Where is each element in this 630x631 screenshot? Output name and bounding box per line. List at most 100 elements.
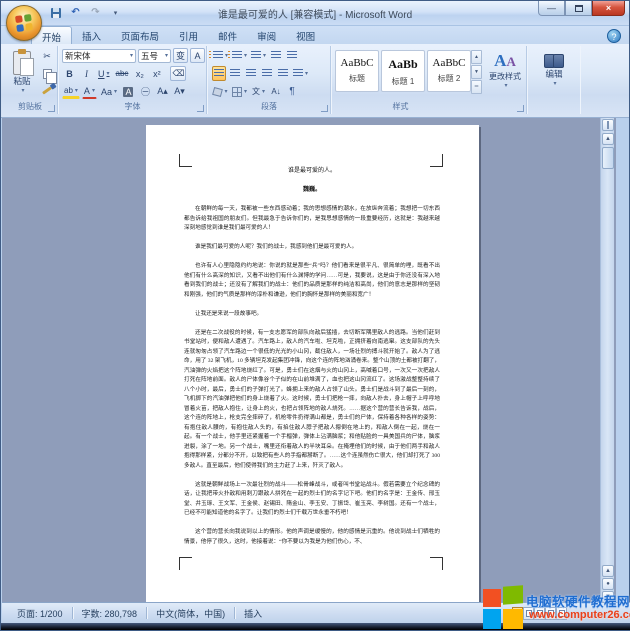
align-right-button[interactable]	[244, 66, 258, 81]
font-name-combo[interactable]: 新宋体 ▾	[62, 48, 136, 63]
insert-mode-indicator[interactable]: 插入	[235, 607, 271, 620]
superscript-button[interactable]: x²	[149, 66, 164, 81]
maximize-button[interactable]	[565, 1, 592, 16]
minimize-button[interactable]: —	[538, 1, 565, 16]
brush-icon	[42, 86, 52, 95]
styles-dialog-launcher[interactable]	[517, 105, 524, 112]
sort-icon: A↓	[271, 87, 281, 96]
shrink-font-button[interactable]: A▾	[172, 84, 187, 99]
subscript-button[interactable]: x₂	[132, 66, 147, 81]
quick-access-toolbar: ↶ ↷ ▾	[47, 4, 124, 21]
enclose-characters-button[interactable]: ㊀	[138, 84, 153, 99]
ruler-icon	[607, 121, 609, 129]
show-marks-button[interactable]: ¶	[285, 84, 299, 99]
ruler-toggle-button[interactable]	[602, 119, 614, 131]
sort-button[interactable]: A↓	[269, 84, 283, 99]
multilevel-list-button[interactable]: ▾	[250, 48, 267, 63]
font-dialog-launcher[interactable]	[197, 105, 204, 112]
align-right-icon	[246, 69, 256, 78]
style-heading2[interactable]: AaBbC 标题 2	[427, 50, 471, 92]
underline-button[interactable]: U ▾	[96, 66, 112, 81]
numbering-button[interactable]: ▾	[228, 48, 248, 63]
bullets-button[interactable]: ▾	[209, 48, 229, 63]
word-count-indicator[interactable]: 字数: 280,798	[73, 607, 147, 620]
watermark-site-url: www.computer26.com	[529, 609, 630, 621]
outdent-icon	[271, 51, 281, 60]
character-shading-button[interactable]: A	[121, 84, 136, 99]
margin-mark-bottom-right	[430, 557, 443, 570]
tab-review[interactable]: 审阅	[247, 26, 286, 44]
font-group-label: 字体	[124, 102, 141, 111]
bold-button[interactable]: B	[62, 66, 77, 81]
align-left-icon	[214, 69, 224, 78]
editing-group: 编辑 ▾	[528, 46, 580, 114]
borders-button[interactable]: ▾	[231, 84, 248, 99]
find-binoculars-icon	[544, 54, 564, 68]
tab-view[interactable]: 视图	[286, 26, 325, 44]
styles-scroll-down[interactable]: ▼	[471, 65, 482, 79]
paragraph-dialog-launcher[interactable]	[321, 105, 328, 112]
tab-insert[interactable]: 插入	[72, 26, 111, 44]
style-heading1[interactable]: AaBb 标题 1	[381, 50, 425, 92]
style-title[interactable]: AaBbC 标题	[335, 50, 379, 92]
strikethrough-button[interactable]: abc	[114, 66, 131, 81]
redo-button[interactable]: ↷	[87, 5, 104, 20]
change-styles-icon: AA	[494, 51, 516, 70]
chevron-down-icon: ▾	[106, 71, 110, 77]
document-text: 谁是最可爱的人。 魏巍。 在朝鲜的每一天，我都被一些东西感动着；我的思想感情的潮…	[184, 167, 440, 557]
language-indicator[interactable]: 中文(简体，中国)	[147, 607, 234, 620]
tab-references[interactable]: 引用	[169, 26, 208, 44]
styles-gallery-more[interactable]: ＝	[471, 80, 482, 94]
save-button[interactable]	[47, 5, 64, 20]
page-indicator[interactable]: 页面: 1/200	[8, 607, 72, 620]
increase-indent-button[interactable]	[285, 48, 299, 63]
tab-page-layout[interactable]: 页面布局	[111, 26, 169, 44]
close-button[interactable]: ×	[592, 1, 625, 16]
help-button[interactable]: ?	[607, 29, 621, 43]
change-case-button[interactable]: Aa ▾	[99, 84, 119, 99]
distribute-button[interactable]	[276, 66, 290, 81]
chevron-down-icon: ▾	[262, 53, 266, 59]
font-color-button[interactable]: A ▾	[81, 84, 97, 99]
asian-layout-icon: 文	[251, 87, 260, 96]
shading-button[interactable]: ▾	[212, 84, 229, 99]
character-border-button[interactable]: A	[190, 48, 205, 63]
maximize-icon	[574, 4, 583, 12]
align-left-button[interactable]	[212, 66, 226, 81]
phonetic-guide-button[interactable]: 变	[173, 48, 188, 63]
clipboard-dialog-launcher[interactable]	[48, 105, 55, 112]
format-painter-button[interactable]	[39, 83, 55, 98]
line-spacing-button[interactable]: ▾	[292, 66, 309, 81]
scroll-up-button[interactable]: ▲	[602, 133, 614, 145]
vertical-scrollbar[interactable]: ▲ ▲ ● ▼	[600, 118, 614, 605]
undo-button[interactable]: ↶	[67, 5, 84, 20]
scrollbar-thumb[interactable]	[602, 147, 614, 169]
document-paragraph: 这个营的营长向我说到以上的情形。他的声调是缓慢的，他的感情是沉重的。他说到战士们…	[184, 529, 440, 545]
decrease-indent-button[interactable]	[269, 48, 283, 63]
document-title: 谁是最可爱的人。	[287, 168, 336, 174]
tab-mailings[interactable]: 邮件	[208, 26, 247, 44]
align-center-button[interactable]	[228, 66, 242, 81]
justify-icon	[262, 69, 272, 78]
office-button[interactable]	[6, 5, 42, 41]
font-group: 新宋体 ▾ 五号 ▾ 变 A B I U ▾ abc x₂ x² ⌫ ab ▾ A ▾	[59, 46, 207, 114]
asian-layout-button[interactable]: 文 ▾	[250, 84, 267, 99]
document-page[interactable]: 谁是最可爱的人。 魏巍。 在朝鲜的每一天，我都被一些东西感动着；我的思想感情的潮…	[146, 125, 479, 603]
chevron-down-icon: ▾	[113, 9, 118, 17]
clear-formatting-button[interactable]: ⌫	[170, 66, 187, 81]
highlight-color-button[interactable]: ab ▾	[62, 84, 80, 99]
styles-scroll-up[interactable]: ▲	[471, 50, 482, 64]
cut-button[interactable]: ✂	[39, 49, 55, 64]
grow-font-button[interactable]: A▴	[155, 84, 170, 99]
align-center-icon	[230, 69, 240, 78]
paste-button[interactable]: 粘贴 ▾	[7, 48, 37, 100]
font-size-combo[interactable]: 五号 ▾	[138, 48, 171, 63]
editing-menu-button[interactable]: 编辑 ▾	[536, 48, 572, 102]
copy-button[interactable]	[39, 66, 57, 84]
previous-page-button[interactable]: ▲	[602, 565, 614, 577]
justify-button[interactable]	[260, 66, 274, 81]
italic-button[interactable]: I	[79, 66, 94, 81]
document-paragraph: 在朝鲜的每一天，我都被一些东西感动着；我的思想感情的潮水，在放纵奔流着；我想把一…	[184, 206, 440, 231]
customize-qat-button[interactable]: ▾	[107, 5, 124, 20]
change-styles-button[interactable]: AA 更改样式 ▾	[485, 48, 525, 102]
